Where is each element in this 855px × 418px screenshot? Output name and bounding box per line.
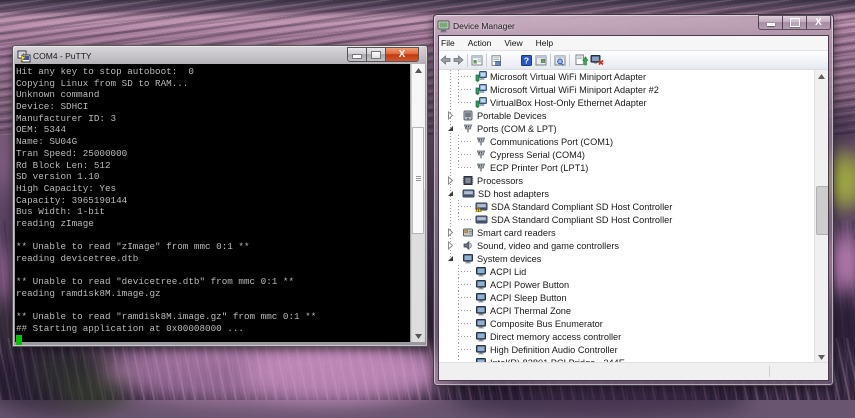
svg-text:?: ?: [524, 55, 529, 65]
